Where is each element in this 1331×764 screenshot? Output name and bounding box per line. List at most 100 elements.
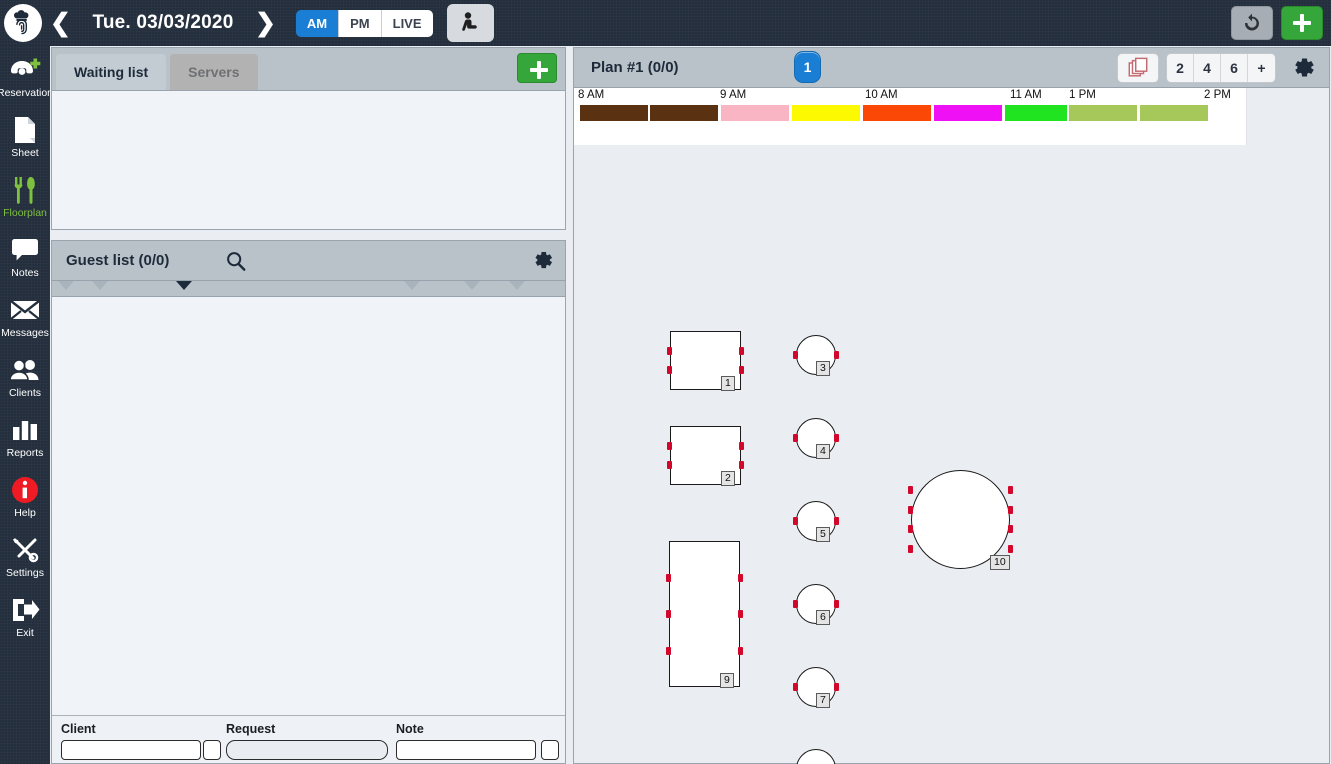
timeline-slot-bar[interactable] — [1005, 105, 1067, 121]
app-logo[interactable] — [4, 4, 42, 42]
sidebar-item-settings[interactable]: Settings — [0, 534, 50, 586]
floorplan-table[interactable]: 5 — [793, 501, 839, 542]
table-shape — [669, 541, 740, 687]
sheet-icon — [13, 114, 37, 146]
next-day-button[interactable]: ❯ — [247, 10, 284, 36]
timeline-label: 1 PM — [1069, 89, 1096, 101]
guest-list-panel: Guest list (0/0) Client Request Note — [51, 240, 566, 764]
timeline-slot-bar[interactable] — [1069, 105, 1137, 121]
floorplan-table[interactable]: 6 — [793, 584, 839, 625]
timeline-slot-bar[interactable] — [1140, 105, 1208, 121]
sort-caret-active[interactable] — [176, 281, 192, 290]
note-input[interactable] — [396, 740, 536, 760]
table-seat-marker — [738, 610, 743, 618]
seat-filter-group: 2 4 6 + — [1166, 52, 1276, 83]
table-number-badge: 4 — [816, 444, 830, 459]
sidebar-item-clients[interactable]: Clients — [0, 354, 50, 406]
duplicate-plan-button[interactable] — [1117, 52, 1159, 83]
table-seat-marker — [739, 366, 744, 375]
sidebar-item-reports[interactable]: Reports — [0, 414, 50, 466]
floorplan-table[interactable]: 8 — [796, 749, 836, 764]
segment-live[interactable]: LIVE — [381, 9, 433, 37]
table-seat-marker — [793, 351, 798, 359]
sidebar-item-label: Help — [14, 507, 36, 519]
tab-waiting-list[interactable]: Waiting list — [56, 54, 167, 90]
timeline-slot-bar[interactable] — [580, 105, 648, 121]
plus-icon — [1293, 14, 1311, 32]
refresh-icon — [1245, 13, 1259, 31]
timeline-slot-bar[interactable] — [863, 105, 931, 121]
sidebar-item-sheet[interactable]: Sheet — [0, 114, 50, 166]
seated-guests-button[interactable] — [446, 4, 494, 42]
timeline-label: 8 AM — [578, 89, 605, 101]
timeline-slot-bar[interactable] — [934, 105, 1002, 121]
waiting-list-panel: Waiting list Servers — [51, 47, 566, 230]
waiting-list-tabbar: Waiting list Servers — [52, 48, 565, 91]
plan-settings-button[interactable] — [1287, 53, 1317, 83]
plus-icon — [529, 60, 548, 79]
seat-filter-plus[interactable]: + — [1248, 54, 1275, 82]
guest-detail-footer: Client Request Note — [52, 715, 565, 763]
chef-hat-fingerprint-logo — [14, 10, 29, 35]
sidebar-item-label: Notes — [11, 267, 39, 279]
table-seat-marker — [834, 600, 839, 608]
people-icon — [9, 354, 41, 386]
add-waiting-entry-button[interactable] — [517, 53, 557, 83]
table-seat-marker — [908, 485, 913, 494]
guest-list-sort-row — [52, 281, 565, 297]
request-input[interactable] — [226, 740, 388, 760]
envelope-icon — [9, 294, 41, 326]
guest-list-settings-button[interactable] — [528, 247, 555, 279]
top-bar-actions — [1231, 6, 1331, 40]
exit-arrow-icon — [10, 594, 40, 626]
sidebar-item-floorplan[interactable]: Floorplan — [0, 174, 50, 226]
tab-servers[interactable]: Servers — [170, 54, 258, 90]
sidebar-item-label: Exit — [16, 627, 34, 639]
refresh-button[interactable] — [1231, 6, 1273, 40]
floorplan-table[interactable]: 9 — [666, 541, 743, 688]
sort-caret-5[interactable] — [464, 281, 480, 290]
timeline-slot-bar[interactable] — [650, 105, 718, 121]
table-number-badge: 2 — [721, 471, 735, 486]
floorplan-table[interactable]: 10 — [908, 470, 1013, 570]
floorplan-table[interactable]: 7 — [793, 667, 839, 708]
sidebar-item-exit[interactable]: Exit — [0, 594, 50, 646]
segment-pm[interactable]: PM — [339, 9, 382, 37]
sort-caret-6[interactable] — [509, 281, 525, 290]
floorplan-canvas[interactable]: 1 2 9 3 4 5 6 7 8 10 — [574, 145, 1329, 764]
table-seat-marker — [793, 600, 798, 608]
add-reservation-button[interactable] — [1281, 6, 1323, 40]
sidebar-item-label: Floorplan — [3, 207, 47, 219]
sort-caret-1[interactable] — [58, 281, 74, 290]
sidebar-item-notes[interactable]: Notes — [0, 234, 50, 286]
segment-am[interactable]: AM — [295, 9, 340, 37]
timeline-slot-bar[interactable] — [792, 105, 860, 121]
table-seat-marker — [908, 505, 913, 514]
timeline-label: 2 PM — [1204, 89, 1231, 101]
info-circle-icon — [10, 474, 40, 506]
seat-filter-6[interactable]: 6 — [1221, 53, 1248, 82]
floorplan-table[interactable]: 4 — [793, 418, 839, 459]
sort-caret-2[interactable] — [92, 281, 108, 290]
prev-day-button[interactable]: ❮ — [42, 10, 79, 36]
cutlery-icon — [12, 174, 38, 206]
floorplan-table[interactable]: 2 — [667, 426, 744, 486]
seated-person-icon — [462, 12, 477, 31]
floorplan-table[interactable]: 1 — [667, 331, 744, 391]
sort-caret-4[interactable] — [404, 281, 420, 290]
client-input[interactable] — [61, 740, 201, 760]
search-icon[interactable] — [225, 250, 247, 272]
note-input-addon[interactable] — [541, 740, 559, 760]
sidebar-item-label: Settings — [6, 567, 44, 579]
guest-list-header: Guest list (0/0) — [52, 241, 565, 281]
floorplan-table[interactable]: 3 — [793, 335, 839, 376]
table-seat-marker — [667, 346, 672, 355]
sidebar-item-reservation[interactable]: Reservation — [0, 54, 53, 106]
sidebar-item-messages[interactable]: Messages — [0, 294, 50, 346]
sidebar-item-help[interactable]: Help — [0, 474, 50, 526]
client-input-addon[interactable] — [203, 740, 221, 760]
seat-filter-2[interactable]: 2 — [1167, 53, 1194, 82]
seat-filter-4[interactable]: 4 — [1194, 53, 1221, 82]
timeline-slot-bar[interactable] — [721, 105, 789, 121]
plan-tab-1[interactable]: 1 — [794, 51, 821, 83]
